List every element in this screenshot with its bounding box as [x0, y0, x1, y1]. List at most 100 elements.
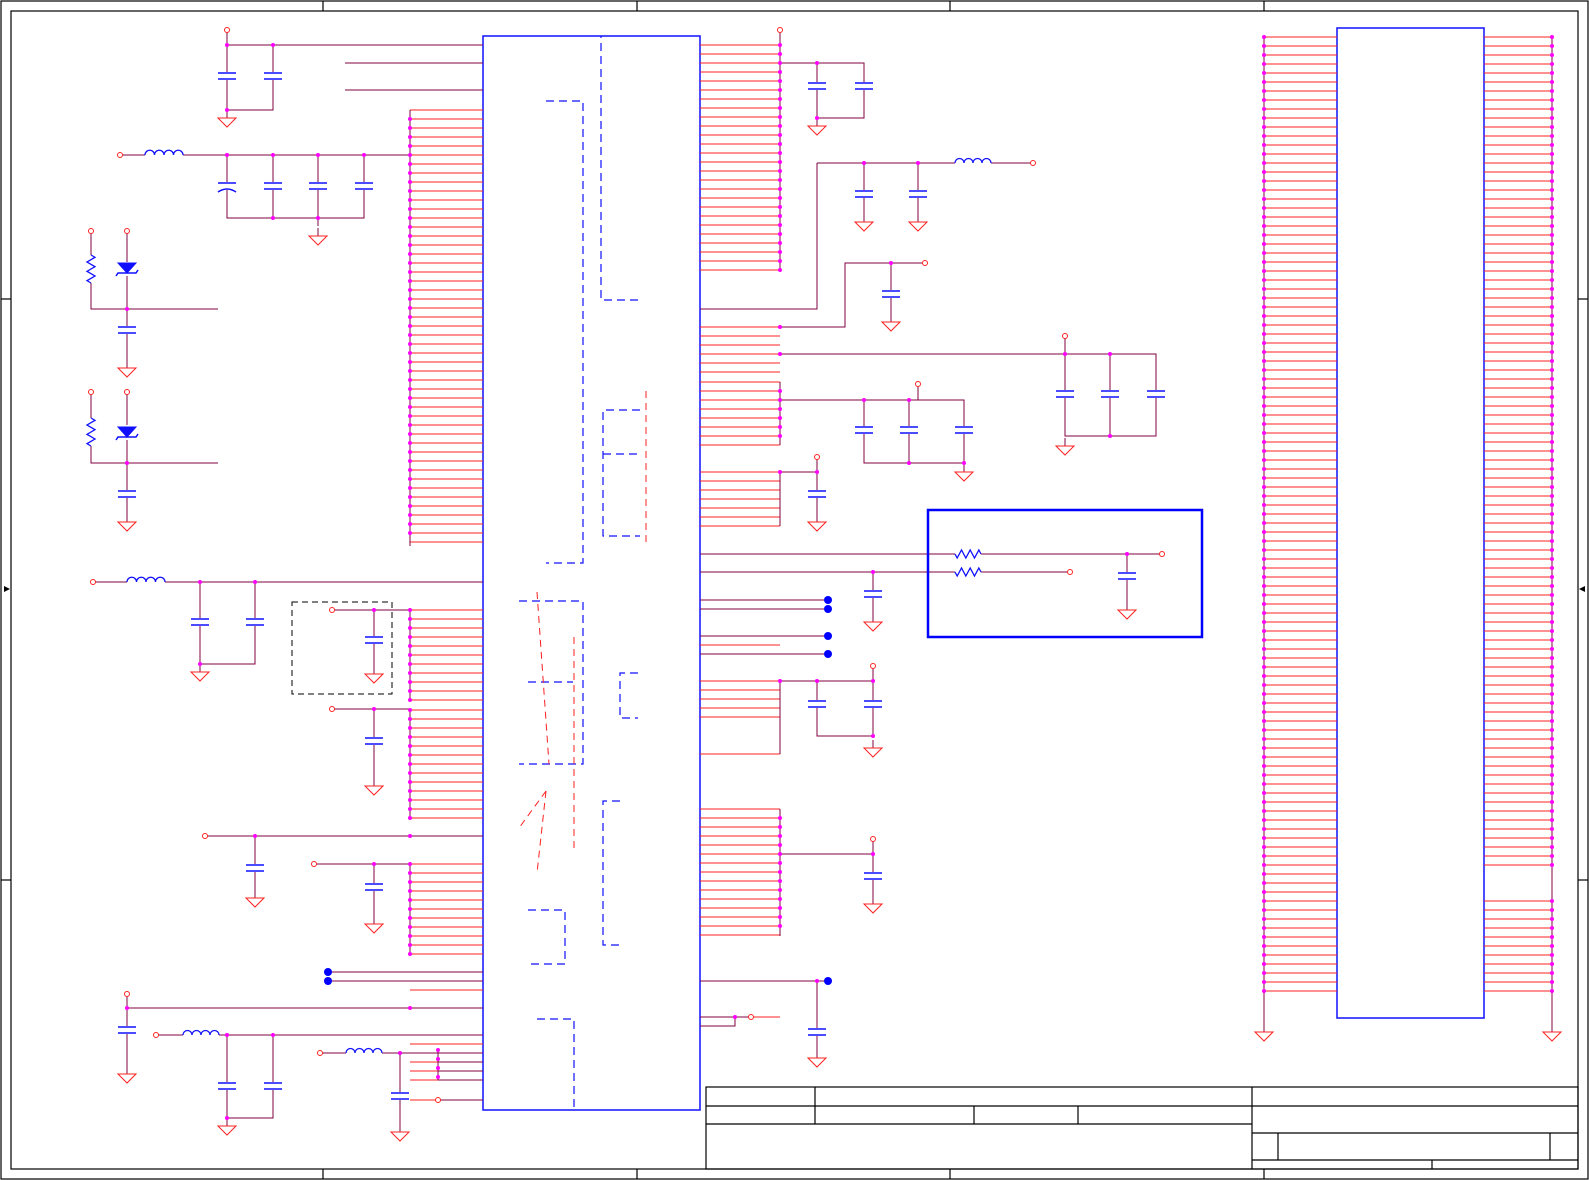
junction-dot: [1262, 971, 1266, 975]
net-terminal: [435, 1097, 441, 1103]
resistor: [954, 566, 982, 578]
junction-dot: [1262, 323, 1266, 327]
junction-dot: [1262, 134, 1266, 138]
junction-dot: [408, 608, 412, 612]
junction-dot: [1550, 539, 1554, 543]
junction-dot: [1262, 638, 1266, 642]
junction-dot: [1550, 980, 1554, 984]
junction-dot: [1262, 359, 1266, 363]
junction-dot: [1262, 782, 1266, 786]
junction-dot: [1550, 503, 1554, 507]
junction-dot: [1550, 44, 1554, 48]
capacitor: [808, 82, 826, 90]
junction-dot: [778, 924, 782, 928]
junction-dot: [408, 753, 412, 757]
junction-dot: [408, 468, 412, 472]
junction-dot: [408, 378, 412, 382]
junction-dot: [408, 698, 412, 702]
junction-dot: [408, 414, 412, 418]
junction-dot: [408, 288, 412, 292]
junction-dot: [271, 153, 275, 157]
junction-dot: [408, 342, 412, 346]
net-terminal: [870, 663, 876, 669]
junction-dot: [1550, 206, 1554, 210]
diode-body: [116, 262, 138, 274]
junction-dot: [1550, 917, 1554, 921]
junction-dot: [1550, 809, 1554, 813]
junction-dot: [408, 126, 412, 130]
junction-dot: [436, 1048, 440, 1052]
ground-symbol: [244, 897, 266, 908]
ground-symbol: [862, 621, 884, 632]
junction-dot: [408, 423, 412, 427]
junction-dot: [408, 513, 412, 517]
junction-dot: [1550, 125, 1554, 129]
junction-dot: [1262, 125, 1266, 129]
junction-dot: [1262, 566, 1266, 570]
junction-dot: [408, 486, 412, 490]
junction-dot: [778, 398, 782, 402]
junction-dot: [1262, 449, 1266, 453]
diode-body: [116, 426, 138, 438]
junction-dot: [1550, 341, 1554, 345]
net-terminal: [317, 1050, 323, 1056]
junction-dot: [778, 325, 782, 329]
capacitor: [1101, 390, 1119, 398]
junction-dot: [1550, 35, 1554, 39]
junction-dot: [408, 387, 412, 391]
junction-dot: [871, 852, 875, 856]
junction-dot: [1550, 827, 1554, 831]
junction-dot: [1262, 170, 1266, 174]
wire: [226, 190, 365, 219]
net-terminal: [814, 454, 820, 460]
net-terminals: [88, 27, 1165, 1103]
junction-dot: [1550, 854, 1554, 858]
junction-dot: [408, 708, 412, 712]
capacitor: [1147, 390, 1165, 398]
inductor: [126, 576, 166, 583]
junction-dot: [1262, 800, 1266, 804]
junction-dot: [408, 862, 412, 866]
capacitor: [264, 1082, 282, 1090]
junction-dot: [1262, 548, 1266, 552]
junction-dot: [1550, 791, 1554, 795]
junction-dot: [778, 223, 782, 227]
capacitor: [1118, 572, 1136, 580]
capacitor: [882, 290, 900, 298]
junction-dot: [1108, 434, 1112, 438]
junction-dot: [1262, 224, 1266, 228]
junction-dot: [778, 870, 782, 874]
junction-dot: [408, 333, 412, 337]
junction-dot: [1262, 242, 1266, 246]
junction-dot: [1550, 233, 1554, 237]
junction-dot: [1550, 98, 1554, 102]
junction-dot: [778, 232, 782, 236]
junction-dot: [408, 807, 412, 811]
ground-symbol: [216, 1125, 238, 1136]
junction-dot: [316, 153, 320, 157]
junction-dot: [1550, 818, 1554, 822]
junction-dot: [1550, 467, 1554, 471]
junction-dot: [1262, 710, 1266, 714]
junction-dot: [1262, 71, 1266, 75]
junction-dot: [1262, 368, 1266, 372]
junction-dot: [778, 196, 782, 200]
capacitor: [855, 426, 873, 434]
capacitor: [955, 426, 973, 434]
junction-dot: [362, 153, 366, 157]
junction-dot: [1550, 197, 1554, 201]
net-terminal: [1159, 551, 1165, 557]
junction-dot: [1550, 116, 1554, 120]
ground-symbol: [1253, 1031, 1275, 1042]
junction-dot: [778, 115, 782, 119]
junction-dot: [408, 671, 412, 675]
junction-dot: [1550, 746, 1554, 750]
net-label-dot: [824, 650, 832, 658]
junction-dot: [1262, 197, 1266, 201]
junction-dot: [1550, 971, 1554, 975]
junction-dot: [271, 1033, 275, 1037]
net-label-dot: [324, 977, 332, 985]
junction-dot: [1262, 539, 1266, 543]
junction-dot: [1550, 647, 1554, 651]
junction-dot: [372, 707, 376, 711]
